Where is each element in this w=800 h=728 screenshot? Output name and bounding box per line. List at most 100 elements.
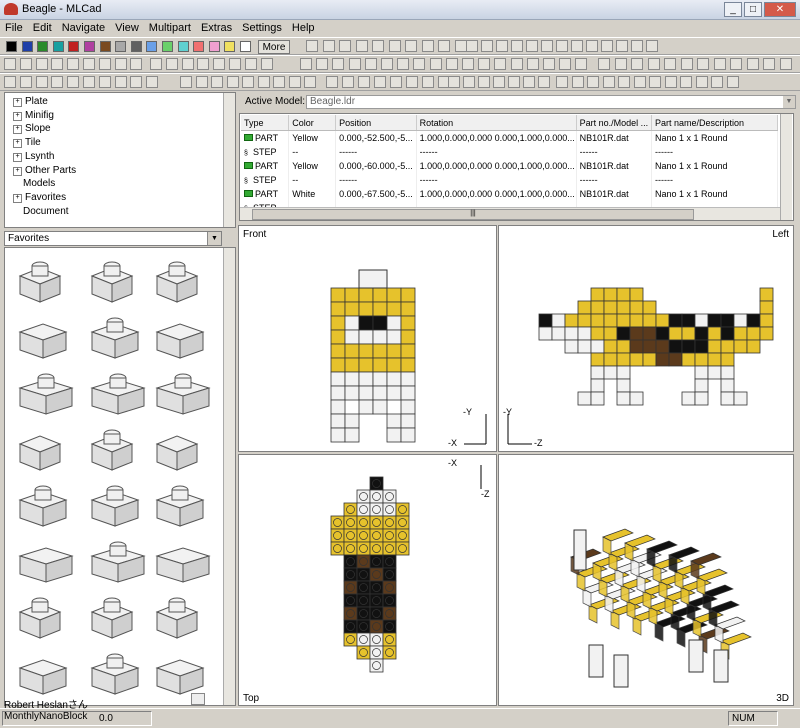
toolbar-button[interactable] bbox=[332, 58, 345, 70]
toolbar-button[interactable] bbox=[4, 76, 16, 88]
menu-file[interactable]: File bbox=[0, 21, 28, 35]
toolbar-button[interactable] bbox=[695, 76, 708, 88]
column-header[interactable]: Color bbox=[288, 115, 337, 131]
tree-item[interactable]: Document bbox=[13, 206, 69, 217]
toolbar-button[interactable] bbox=[697, 58, 709, 70]
toolbar-button[interactable] bbox=[526, 40, 538, 52]
color-swatch[interactable] bbox=[146, 41, 158, 52]
color-swatch[interactable] bbox=[6, 41, 17, 52]
toolbar-button[interactable] bbox=[763, 58, 775, 70]
toolbar-button[interactable] bbox=[406, 76, 418, 88]
toolbar-button[interactable] bbox=[98, 58, 111, 70]
toolbar-button[interactable] bbox=[358, 76, 370, 88]
toolbar-button[interactable] bbox=[4, 58, 16, 70]
toolbar-button[interactable] bbox=[586, 40, 598, 52]
toolbar-button[interactable] bbox=[242, 76, 254, 88]
toolbar-button[interactable] bbox=[288, 76, 301, 88]
close-button[interactable]: ✕ bbox=[764, 2, 796, 17]
toolbar-button[interactable] bbox=[602, 76, 615, 88]
toolbar-button[interactable] bbox=[211, 76, 223, 88]
toolbar-button[interactable] bbox=[730, 58, 742, 70]
toolbar-button[interactable] bbox=[618, 76, 630, 88]
column-header[interactable]: Part no./Model ... bbox=[576, 115, 652, 131]
toolbar-button[interactable] bbox=[664, 58, 676, 70]
toolbar-button[interactable] bbox=[51, 58, 64, 70]
toolbar-button[interactable] bbox=[649, 76, 661, 88]
table-row[interactable]: §STEP-------------------------- bbox=[241, 173, 779, 187]
color-swatch[interactable] bbox=[162, 41, 173, 52]
toolbar-button[interactable] bbox=[342, 76, 354, 88]
toolbar-button[interactable] bbox=[316, 58, 329, 70]
toolbar-button[interactable] bbox=[496, 40, 508, 52]
expand-icon[interactable]: + bbox=[13, 111, 22, 121]
top-view[interactable]: Top -X -Z bbox=[238, 454, 497, 706]
toolbar-button[interactable] bbox=[463, 76, 475, 88]
chevron-down-icon[interactable]: ▼ bbox=[207, 232, 221, 245]
color-swatch[interactable] bbox=[37, 41, 49, 52]
toolbar-button[interactable] bbox=[511, 40, 523, 52]
expand-icon[interactable]: + bbox=[13, 193, 22, 203]
toolbar-button[interactable] bbox=[713, 58, 726, 70]
toolbar-button[interactable] bbox=[300, 58, 312, 70]
toolbar-button[interactable] bbox=[181, 58, 194, 70]
toolbar-button[interactable] bbox=[364, 58, 377, 70]
toolbar-button[interactable] bbox=[541, 40, 553, 52]
toolbar-button[interactable] bbox=[445, 58, 458, 70]
table-row[interactable]: §STEP-------------------------- bbox=[241, 145, 779, 159]
column-header[interactable]: Rotation bbox=[416, 115, 577, 131]
color-swatch[interactable] bbox=[21, 41, 33, 52]
toolbar-button[interactable] bbox=[19, 76, 32, 88]
toolbar-button[interactable] bbox=[779, 58, 792, 70]
active-model-select[interactable]: Beagle.ldr ▼ bbox=[306, 95, 796, 109]
tree-item[interactable]: + Other Parts bbox=[13, 165, 76, 176]
toolbar-button[interactable] bbox=[523, 76, 535, 88]
expand-icon[interactable]: + bbox=[13, 152, 22, 162]
toolbar-button[interactable] bbox=[372, 40, 384, 52]
chevron-down-icon[interactable]: ▼ bbox=[783, 96, 795, 108]
toolbar-button[interactable] bbox=[273, 76, 285, 88]
left-view[interactable]: Left -Y -Z bbox=[498, 225, 794, 452]
toolbar-button[interactable] bbox=[616, 40, 628, 52]
toolbar-button[interactable] bbox=[67, 58, 80, 70]
toolbar-button[interactable] bbox=[244, 58, 257, 70]
toolbar-button[interactable] bbox=[614, 58, 627, 70]
expand-icon[interactable]: + bbox=[13, 98, 22, 107]
toolbar-button[interactable] bbox=[448, 76, 460, 88]
expand-icon[interactable]: + bbox=[13, 125, 22, 135]
toolbar-button[interactable] bbox=[538, 76, 550, 88]
table-row[interactable]: PART Yellow 0.000,-52.500,-5... 1.000,0.000… bbox=[241, 130, 779, 145]
toolbar-button[interactable] bbox=[680, 58, 693, 70]
toolbar-button[interactable] bbox=[631, 58, 643, 70]
toolbar-button[interactable] bbox=[493, 76, 505, 88]
toolbar-button[interactable] bbox=[35, 58, 48, 70]
front-view[interactable]: Front -Y -X bbox=[238, 225, 497, 452]
toolbar-button[interactable] bbox=[257, 76, 270, 88]
toolbar-button[interactable] bbox=[631, 40, 643, 52]
toolbar-button[interactable] bbox=[83, 76, 95, 88]
color-swatch[interactable] bbox=[224, 41, 236, 52]
toolbar-button[interactable] bbox=[413, 58, 426, 70]
expand-icon[interactable]: + bbox=[13, 166, 22, 176]
toolbar-button[interactable] bbox=[711, 76, 723, 88]
toolbar-button[interactable] bbox=[494, 58, 507, 70]
color-swatch[interactable] bbox=[52, 41, 64, 52]
tree-item[interactable]: Models bbox=[13, 178, 55, 189]
menu-help[interactable]: Help bbox=[287, 21, 320, 35]
toolbar-button[interactable] bbox=[587, 76, 599, 88]
toolbar-button[interactable] bbox=[478, 58, 491, 70]
preview-scrollbar[interactable] bbox=[223, 248, 235, 705]
toolbar-button[interactable] bbox=[664, 76, 677, 88]
minimize-button[interactable]: _ bbox=[724, 2, 742, 17]
toolbar-button[interactable] bbox=[339, 40, 351, 52]
color-swatch[interactable] bbox=[84, 41, 95, 52]
color-swatch[interactable] bbox=[240, 41, 251, 52]
toolbar-button[interactable] bbox=[51, 76, 64, 88]
toolbar-button[interactable] bbox=[405, 40, 417, 52]
toolbar-button[interactable] bbox=[195, 76, 208, 88]
toolbar-button[interactable] bbox=[543, 58, 555, 70]
toolbar-button[interactable] bbox=[19, 58, 32, 70]
toolbar-button[interactable] bbox=[381, 58, 393, 70]
toolbar-button[interactable] bbox=[146, 76, 159, 88]
toolbar-button[interactable] bbox=[229, 58, 241, 70]
toolbar-button[interactable] bbox=[647, 58, 660, 70]
